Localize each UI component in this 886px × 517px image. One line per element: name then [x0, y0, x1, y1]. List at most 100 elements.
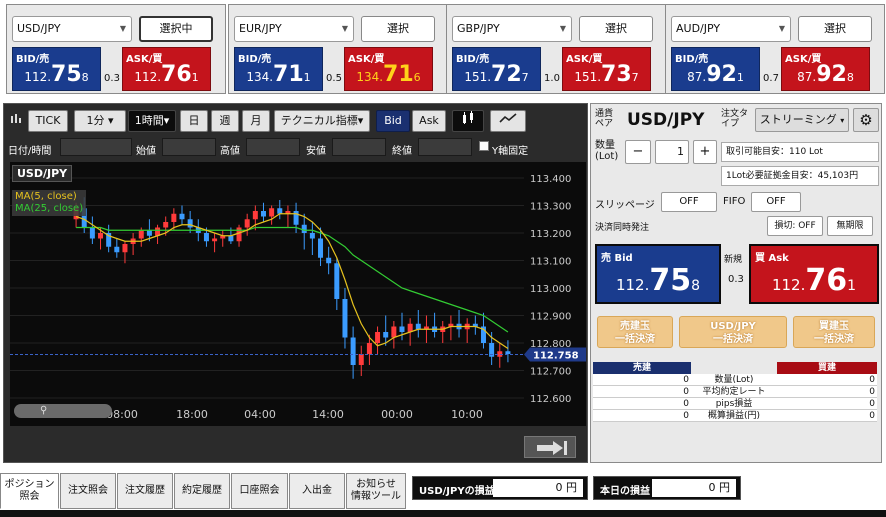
buy-value: 0 [869, 375, 875, 385]
slippage-toggle[interactable]: OFF [661, 192, 717, 212]
candle-body [415, 323, 421, 330]
pair-select[interactable]: GBP/JPY ▼ [452, 16, 572, 42]
qty-input[interactable]: 1 [655, 140, 689, 164]
buy-positions-close-all-button[interactable]: 買建玉 一括決済 [793, 316, 875, 348]
bottom-tab[interactable]: 注文照会 [60, 473, 116, 509]
bid-toggle[interactable]: Bid [376, 110, 410, 132]
select-pair-button[interactable]: 選択 [798, 16, 872, 42]
sell-bid-button[interactable]: 売 Bid 112.758 [595, 244, 721, 304]
interval-1h-dropdown[interactable]: 1時間▾ [128, 110, 176, 132]
ask-quote-button[interactable]: ASK/買 134.716 [344, 47, 433, 91]
high-field [246, 138, 300, 156]
x-tick-label: 18:00 [176, 408, 208, 421]
x-tick-label: 04:00 [244, 408, 276, 421]
qty-plus-button[interactable]: + [693, 140, 717, 164]
candle-body [122, 244, 128, 253]
candle-body [277, 208, 283, 214]
sell-positions-close-all-button[interactable]: 売建玉 一括決済 [597, 316, 673, 348]
candle-body [342, 299, 348, 338]
bid-quote-button[interactable]: BID/売 134.711 [234, 47, 323, 91]
time-axis: 22:0008:0018:0004:0014:0000:0010:00 ⚲ [10, 402, 586, 426]
yfix-checkbox[interactable] [479, 141, 489, 151]
close-field [418, 138, 472, 156]
candle-body [334, 263, 340, 299]
fifo-label: FIFO [723, 196, 746, 207]
zoom-icon[interactable]: ⚲ [40, 405, 54, 417]
select-pair-button[interactable]: 選択 [579, 16, 653, 42]
position-row: 0 平均約定レート 0 [593, 386, 877, 398]
today-pnl-value: 0 円 [652, 479, 736, 497]
select-pair-button[interactable]: 選択 [361, 16, 435, 42]
candlestick-icon[interactable] [452, 110, 484, 132]
candle-body [244, 219, 250, 228]
buy-value: 0 [869, 411, 875, 421]
ask-quote-button[interactable]: ASK/買 112.761 [122, 47, 211, 91]
candle-body [179, 213, 185, 220]
row-label: 概算損益(円) [707, 411, 761, 421]
interval-1m-dropdown[interactable]: 1分 ▾ [74, 110, 126, 132]
candle-body [505, 351, 511, 354]
new-order-label: 新規 [724, 255, 743, 265]
quote-panel-eur-jpy: EUR/JPY ▼ 選択 BID/売 134.711 0.5 ASK/買 134.716 [228, 4, 448, 94]
candle-body [293, 211, 299, 225]
fifo-toggle[interactable]: OFF [751, 192, 801, 212]
ask-quote-button[interactable]: ASK/買 151.737 [562, 47, 651, 91]
stoploss-toggle[interactable]: 損切: OFF [767, 216, 823, 236]
pair-select[interactable]: EUR/JPY ▼ [234, 16, 354, 42]
position-row: 0 pips損益 0 [593, 398, 877, 410]
expiry-select[interactable]: 無期限 [827, 216, 873, 236]
chart-scrollbar[interactable] [14, 404, 112, 418]
technical-indicator-dropdown[interactable]: テクニカル指標▾ [274, 110, 370, 132]
bottom-tab[interactable]: 約定履歴 [174, 473, 230, 509]
bottom-tab[interactable]: 口座照会 [231, 473, 288, 509]
chevron-down-icon: ▼ [778, 24, 785, 33]
settings-gear-icon[interactable]: ⚙ [853, 108, 879, 132]
order-pair: USD/JPY [627, 110, 705, 130]
spread-value: 0.3 [104, 73, 120, 84]
ask-quote-button[interactable]: ASK/買 87.928 [781, 47, 870, 91]
legend-ma5: MA(5, close) [15, 191, 77, 202]
candle-body [407, 323, 413, 332]
quote-panel-aud-jpy: AUD/JPY ▼ 選択 BID/売 87.921 0.7 ASK/買 87.928 [665, 4, 885, 94]
spread-value: 0.5 [326, 73, 342, 84]
y-tick-label: 113.000 [530, 284, 571, 295]
low-label: 安値 [306, 146, 326, 157]
row-label: 平均約定レート [702, 387, 766, 397]
pair-select[interactable]: USD/JPY ▼ [12, 16, 132, 42]
row-label: pips損益 [715, 399, 753, 409]
buy-ask-button[interactable]: 買 Ask 112.761 [749, 244, 879, 304]
x-tick-label: 00:00 [381, 408, 413, 421]
bid-quote-button[interactable]: BID/売 87.921 [671, 47, 760, 91]
candle-body [236, 227, 242, 242]
pair-close-all-button[interactable]: USD/JPY 一括決済 [679, 316, 787, 348]
ask-toggle[interactable]: Ask [412, 110, 446, 132]
bid-quote-button[interactable]: BID/売 112.758 [12, 47, 101, 91]
tick-button[interactable]: TICK [28, 110, 68, 132]
current-price-label: 112.758 [533, 351, 579, 362]
sell-value: 0 [683, 399, 689, 409]
position-row: 0 数量(Lot) 0 [593, 374, 877, 386]
y-tick-label: 112.600 [530, 394, 571, 402]
week-button[interactable]: 週 [211, 110, 239, 132]
sell-value: 0 [683, 375, 689, 385]
line-chart-icon[interactable] [490, 110, 526, 132]
bid-quote-button[interactable]: BID/売 151.727 [452, 47, 541, 91]
settle-label: 決済同時発注 [595, 223, 650, 233]
select-pair-button[interactable]: 選択中 [139, 16, 213, 42]
yfix-label: Y軸固定 [492, 146, 529, 157]
jump-latest-button[interactable] [524, 436, 576, 458]
bar-chart-icon[interactable] [6, 110, 26, 132]
candle-body [171, 213, 177, 222]
qty-minus-button[interactable]: − [625, 140, 651, 164]
position-summary-table: 0 数量(Lot) 0 0 平均約定レート 0 0 pips損益 0 0 概算損益(円) 0 [593, 374, 877, 422]
bottom-tab[interactable]: 入出金 [289, 473, 345, 509]
order-type-dropdown[interactable]: ストリーミング ▾ [755, 108, 849, 132]
bottom-tab[interactable]: ポジション 照会 [0, 473, 59, 509]
bottom-tab[interactable]: 注文履歴 [117, 473, 173, 509]
bottom-tab[interactable]: お知らせ 情報ツール [346, 473, 406, 509]
day-button[interactable]: 日 [180, 110, 208, 132]
month-button[interactable]: 月 [242, 110, 270, 132]
candle-body [260, 211, 266, 217]
pair-select[interactable]: AUD/JPY ▼ [671, 16, 791, 42]
chart-plot-area[interactable]: USD/JPY MA(5, close) MA(25, close) [10, 162, 524, 402]
